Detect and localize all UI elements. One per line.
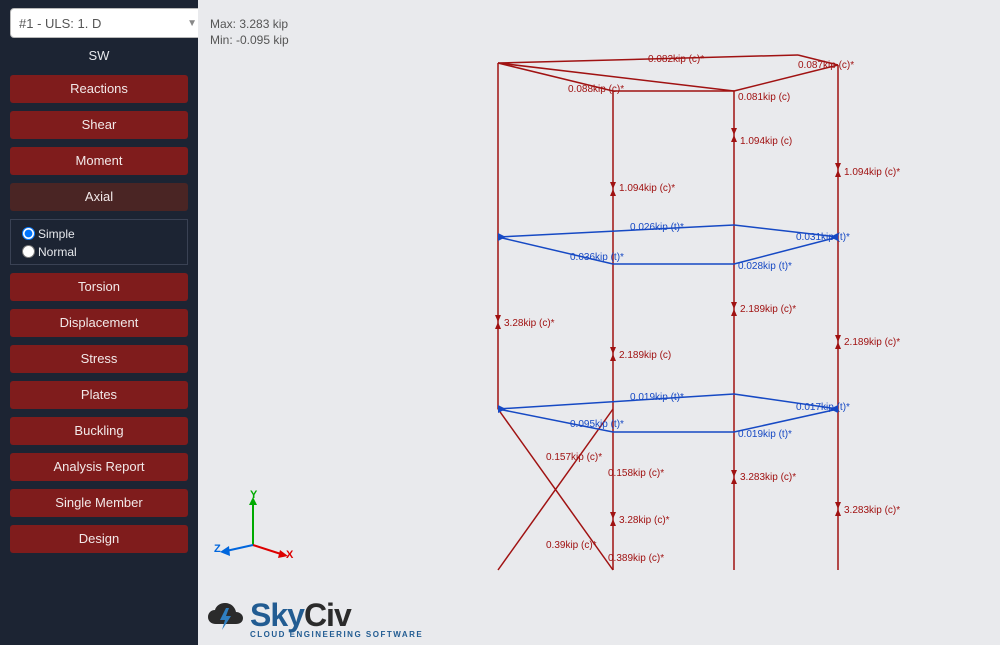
- radio-simple-input[interactable]: [22, 227, 35, 240]
- axial-value: 0.088kip (c)*: [568, 84, 624, 95]
- axial-value: 0.095kip (t)*: [570, 419, 624, 430]
- axial-value: 2.189kip (c): [619, 350, 671, 361]
- axis-x-label: X: [286, 549, 293, 561]
- axial-value: 0.028kip (t)*: [738, 261, 792, 272]
- radio-simple-label: Simple: [38, 227, 75, 241]
- axial-value: 1.094kip (c): [740, 136, 792, 147]
- displacement-button[interactable]: Displacement: [10, 309, 188, 337]
- axial-value: 0.157kip (c)*: [546, 452, 602, 463]
- axial-value: 0.087kip (c)*: [798, 60, 854, 71]
- axial-value: 2.189kip (c)*: [844, 337, 900, 348]
- viewport-canvas[interactable]: Max: 3.283 kip Min: -0.095 kip: [198, 0, 1000, 645]
- cloud-bolt-icon: [206, 602, 246, 634]
- axial-mode-radio-group: Simple Normal: [10, 219, 188, 265]
- axial-value: 0.019kip (t)*: [630, 392, 684, 403]
- radio-normal[interactable]: Normal: [17, 242, 181, 260]
- plates-button[interactable]: Plates: [10, 381, 188, 409]
- axial-value: 0.082kip (c)*: [648, 54, 704, 65]
- radio-simple[interactable]: Simple: [17, 224, 181, 242]
- structure-svg: [198, 0, 1000, 645]
- sidebar: #1 - ULS: 1. D ▼ SW Reactions Shear Mome…: [0, 0, 198, 645]
- axial-value: 0.39kip (c)*: [546, 540, 597, 551]
- axial-value: 3.283kip (c)*: [740, 472, 796, 483]
- axial-value: 1.094kip (c)*: [619, 183, 675, 194]
- axial-value: 2.189kip (c)*: [740, 304, 796, 315]
- brand-logo: SkyCiv CLOUD ENGINEERING SOFTWARE: [206, 597, 423, 639]
- reactions-button[interactable]: Reactions: [10, 75, 188, 103]
- sw-label: SW: [10, 48, 188, 63]
- torsion-button[interactable]: Torsion: [10, 273, 188, 301]
- axial-value: 0.389kip (c)*: [608, 553, 664, 564]
- axial-value: 3.28kip (c)*: [619, 515, 670, 526]
- radio-normal-label: Normal: [38, 245, 77, 259]
- brand-text-sky: Sky: [250, 597, 304, 633]
- axial-value: 1.094kip (c)*: [844, 167, 900, 178]
- axial-value: 3.28kip (c)*: [504, 318, 555, 329]
- brand-tagline: CLOUD ENGINEERING SOFTWARE: [250, 630, 423, 639]
- radio-normal-input[interactable]: [22, 245, 35, 258]
- axial-value: 0.158kip (c)*: [608, 468, 664, 479]
- axial-value: 0.036kip (t)*: [570, 252, 624, 263]
- analysis-report-button[interactable]: Analysis Report: [10, 453, 188, 481]
- chevron-down-icon: ▼: [187, 18, 197, 29]
- axial-button[interactable]: Axial: [10, 183, 188, 211]
- dropdown-selected: #1 - ULS: 1. D: [19, 16, 101, 31]
- moment-button[interactable]: Moment: [10, 147, 188, 175]
- stress-button[interactable]: Stress: [10, 345, 188, 373]
- design-button[interactable]: Design: [10, 525, 188, 553]
- single-member-button[interactable]: Single Member: [10, 489, 188, 517]
- axial-value: 3.283kip (c)*: [844, 505, 900, 516]
- axial-value: 0.081kip (c): [738, 92, 790, 103]
- buckling-button[interactable]: Buckling: [10, 417, 188, 445]
- load-case-dropdown[interactable]: #1 - ULS: 1. D ▼: [10, 8, 206, 38]
- axial-value: 0.031kip (t)*: [796, 232, 850, 243]
- axis-widget[interactable]: Y X Z: [218, 495, 288, 565]
- axis-z-label: Z: [214, 543, 221, 555]
- brand-text-civ: Civ: [304, 597, 351, 633]
- axis-y-label: Y: [250, 489, 257, 501]
- axial-value: 0.026kip (t)*: [630, 222, 684, 233]
- axial-value: 0.019kip (t)*: [738, 429, 792, 440]
- axial-value: 0.017kip (t)*: [796, 402, 850, 413]
- shear-button[interactable]: Shear: [10, 111, 188, 139]
- brand-text: SkyCiv: [250, 597, 423, 634]
